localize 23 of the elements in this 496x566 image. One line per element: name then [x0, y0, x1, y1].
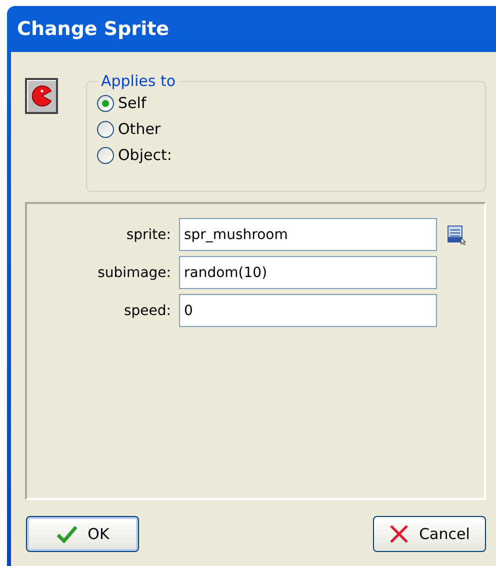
action-icon	[25, 78, 58, 114]
window-title: Change Sprite	[17, 18, 170, 40]
cancel-button[interactable]: Cancel	[373, 516, 486, 552]
checkmark-icon	[56, 525, 78, 543]
radio-button[interactable]	[97, 146, 114, 164]
field-label: sprite:	[125, 226, 171, 242]
radio-label: Other	[118, 120, 161, 138]
radio-option[interactable]: Self	[97, 90, 475, 116]
list-icon[interactable]	[447, 224, 467, 244]
group-label: Applies to	[100, 72, 177, 90]
radio-option[interactable]: Object:	[97, 142, 475, 168]
close-icon	[389, 524, 410, 544]
field-label: speed:	[122, 302, 171, 318]
radio-button[interactable]	[97, 94, 114, 112]
radio-button[interactable]	[97, 120, 114, 138]
radio-option[interactable]: Other	[97, 116, 475, 142]
ok-button[interactable]: OK	[26, 516, 139, 552]
input-field[interactable]: 0	[179, 294, 437, 327]
input-field[interactable]: random(10)	[179, 256, 437, 289]
radio-label: Object:	[118, 146, 172, 164]
input-field[interactable]: spr_mushroom	[179, 218, 437, 251]
radio-label: Self	[118, 94, 146, 112]
field-label: subimage:	[96, 264, 171, 280]
